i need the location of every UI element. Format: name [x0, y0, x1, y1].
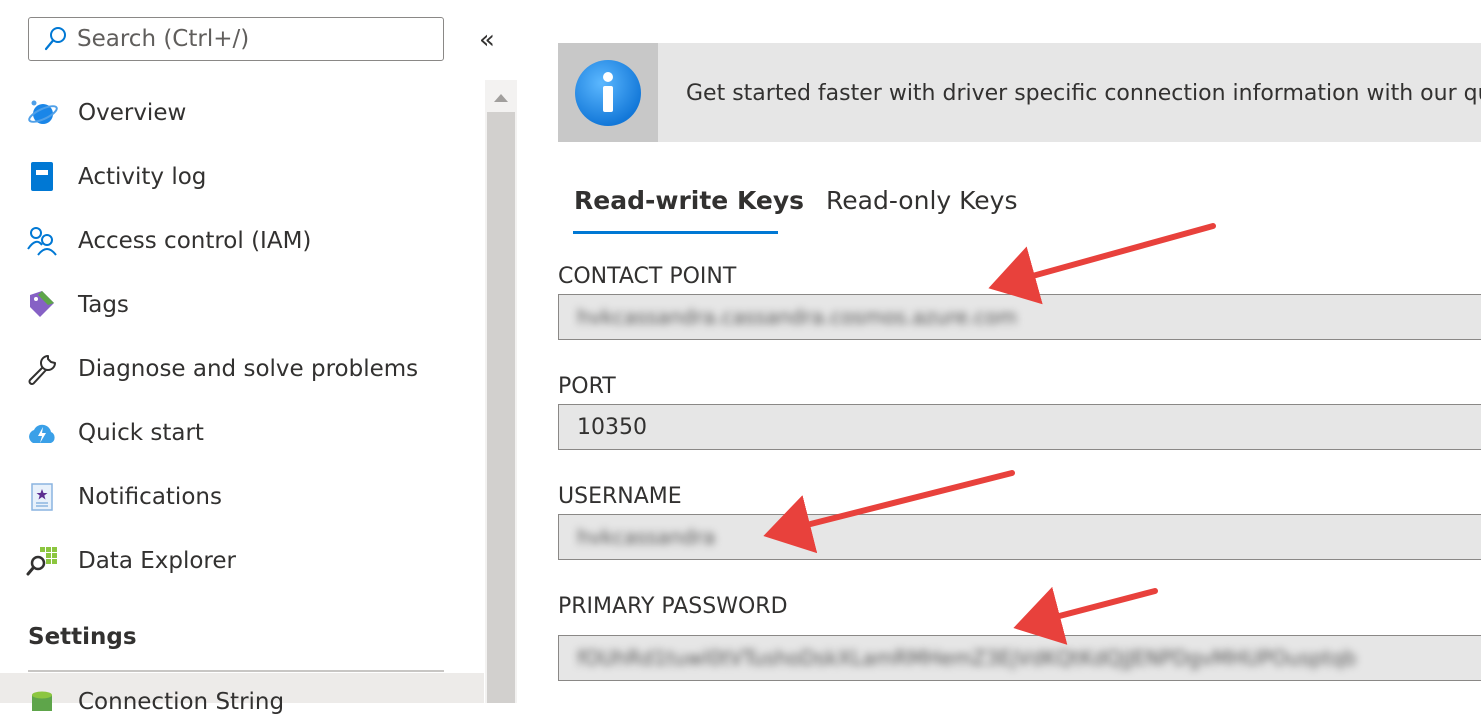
- info-icon: [575, 59, 641, 126]
- sidebar-item-label: Connection String: [78, 689, 285, 715]
- contact-point-label: CONTACT POINT: [558, 264, 737, 289]
- sidebar-item-label: Access control (IAM): [78, 228, 312, 254]
- sidebar-item-quick-start[interactable]: Quick start: [24, 409, 464, 457]
- sidebar-item-label: Quick start: [78, 420, 204, 446]
- info-banner-text: Get started faster with driver specific …: [686, 81, 1481, 106]
- primary-password-field[interactable]: fOUhRd1tuwl0tVTushoDskXLamRMHemZ3EjVdKQt…: [558, 635, 1481, 681]
- username-label: USERNAME: [558, 484, 682, 509]
- scrollbar-thumb[interactable]: [487, 112, 515, 703]
- sidebar-item-diagnose[interactable]: Diagnose and solve problems: [24, 345, 464, 393]
- cloud-lightning-icon: [24, 415, 60, 451]
- sidebar-item-label: Data Explorer: [78, 548, 236, 574]
- sidebar-item-data-explorer[interactable]: Data Explorer: [24, 537, 464, 585]
- sidebar-item-label: Activity log: [78, 164, 207, 190]
- database-icon: [30, 691, 54, 715]
- sidebar-item-label: Notifications: [78, 484, 222, 510]
- scroll-up-icon[interactable]: [485, 88, 517, 108]
- sidebar-item-activity-log[interactable]: Activity log: [24, 153, 464, 201]
- search-input[interactable]: [77, 26, 417, 52]
- activity-log-icon: [24, 159, 60, 195]
- sidebar-item-access-control[interactable]: Access control (IAM): [24, 217, 464, 265]
- sidebar-item-label: Tags: [78, 292, 129, 318]
- search-icon: [44, 27, 66, 51]
- contact-point-value: hvkcassandra.cassandra.cosmos.azure.com: [577, 305, 1017, 329]
- info-icon-box: [558, 43, 658, 142]
- sidebar-item-overview[interactable]: Overview: [24, 89, 464, 137]
- port-value: 10350: [577, 414, 647, 440]
- sidebar-item-label: Diagnose and solve problems: [78, 356, 419, 382]
- tab-read-only-keys[interactable]: Read-only Keys: [826, 186, 1017, 215]
- people-icon: [24, 223, 60, 259]
- section-divider: [28, 670, 444, 672]
- port-field[interactable]: 10350: [558, 404, 1481, 450]
- arrow-primary-password: [1013, 586, 1158, 645]
- sidebar-scrollbar[interactable]: [485, 80, 517, 703]
- active-tab-indicator: [573, 231, 778, 234]
- username-field[interactable]: hvkcassandra: [558, 514, 1481, 560]
- arrow-contact-point: [988, 223, 1216, 305]
- sidebar-item-tags[interactable]: Tags: [24, 281, 464, 329]
- sidebar-item-label: Overview: [78, 100, 187, 126]
- sidebar-item-connection-string[interactable]: Connection String: [0, 673, 484, 715]
- sidebar-item-notifications[interactable]: Notifications: [24, 473, 464, 521]
- port-label: PORT: [558, 374, 616, 399]
- contact-point-field[interactable]: hvkcassandra.cassandra.cosmos.azure.com: [558, 294, 1481, 340]
- section-header-settings: Settings: [28, 624, 137, 650]
- primary-password-label: PRIMARY PASSWORD: [558, 594, 788, 619]
- notification-icon: [24, 479, 60, 515]
- data-explorer-icon: [24, 543, 60, 579]
- primary-password-value: fOUhRd1tuwl0tVTushoDskXLamRMHemZ3EjVdKQt…: [577, 646, 1357, 670]
- tag-icon: [24, 287, 60, 323]
- cosmos-db-icon: [24, 95, 60, 131]
- collapse-sidebar-button[interactable]: «: [474, 27, 500, 54]
- username-value: hvkcassandra: [577, 525, 716, 549]
- wrench-icon: [24, 351, 60, 387]
- info-banner[interactable]: Get started faster with driver specific …: [558, 43, 1481, 142]
- search-box[interactable]: [28, 17, 444, 61]
- tab-read-write-keys[interactable]: Read-write Keys: [574, 186, 804, 215]
